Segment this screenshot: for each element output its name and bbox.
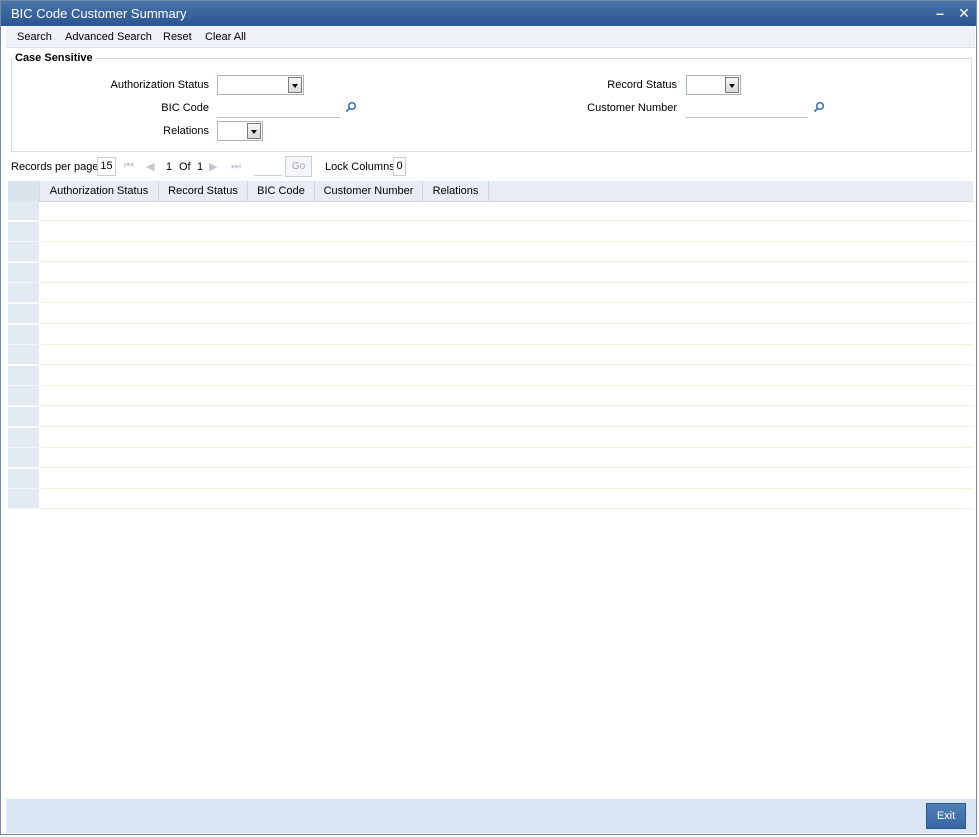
column-header-bic-code[interactable]: BIC Code — [248, 181, 315, 201]
column-header-relations[interactable]: Relations — [423, 181, 489, 201]
table-row[interactable] — [8, 283, 973, 304]
row-selector[interactable] — [8, 242, 39, 263]
authorization-status-select[interactable] — [217, 75, 304, 95]
footer-bar: Exit — [6, 799, 976, 833]
minimize-button[interactable]: – — [932, 4, 948, 22]
row-selector[interactable] — [8, 201, 39, 221]
table-row[interactable] — [8, 468, 973, 489]
toolbar: Search Advanced Search Reset Clear All — [6, 26, 975, 48]
table-row[interactable] — [8, 448, 973, 469]
row-selector[interactable] — [8, 448, 39, 469]
lock-columns-input[interactable]: 0 — [393, 157, 406, 176]
records-per-page-input[interactable]: 15 — [97, 157, 116, 176]
column-header-record-status[interactable]: Record Status — [159, 181, 248, 201]
row-selector[interactable] — [8, 365, 39, 386]
table-row[interactable] — [8, 407, 973, 427]
table-row[interactable] — [8, 262, 973, 283]
bic-code-search-icon[interactable] — [345, 101, 357, 113]
table-row[interactable] — [8, 304, 973, 324]
table-row[interactable] — [8, 201, 973, 221]
previous-page-icon[interactable]: ◀ — [146, 160, 154, 173]
row-selector[interactable] — [8, 489, 39, 510]
exit-button[interactable]: Exit — [926, 803, 966, 829]
table-row[interactable] — [8, 489, 973, 510]
relations-label: Relations — [163, 125, 209, 137]
select-all-header[interactable] — [8, 181, 40, 201]
table-row[interactable] — [8, 221, 973, 242]
total-pages: 1 — [197, 161, 204, 173]
advanced-search-button[interactable]: Advanced Search — [65, 31, 152, 43]
chevron-down-icon[interactable] — [725, 77, 739, 93]
row-selector[interactable] — [8, 221, 39, 242]
column-header-customer-number[interactable]: Customer Number — [315, 181, 423, 201]
pager: Records per page 15 ⏮ ◀ 1 Of 1 ▶ ⏭ Go Lo… — [6, 156, 975, 178]
clear-all-button[interactable]: Clear All — [205, 31, 246, 43]
chevron-down-icon[interactable] — [247, 123, 261, 139]
relations-select[interactable] — [217, 121, 263, 141]
current-page: 1 — [166, 161, 173, 173]
row-selector[interactable] — [8, 262, 39, 283]
column-header-authorization-status[interactable]: Authorization Status — [40, 181, 159, 201]
table-row[interactable] — [8, 365, 973, 386]
of-label: Of — [179, 161, 191, 173]
row-selector[interactable] — [8, 304, 39, 324]
window-title: BIC Code Customer Summary — [11, 6, 187, 21]
row-selector[interactable] — [8, 345, 39, 366]
customer-number-label: Customer Number — [587, 102, 677, 114]
case-sensitive-legend: Case Sensitive — [13, 52, 95, 64]
table-row[interactable] — [8, 242, 973, 263]
customer-number-input[interactable] — [686, 99, 808, 118]
next-page-icon[interactable]: ▶ — [209, 160, 217, 173]
bic-code-label: BIC Code — [161, 102, 209, 114]
table-row[interactable] — [8, 427, 973, 448]
last-page-icon[interactable]: ⏭ — [231, 160, 241, 173]
title-bar: BIC Code Customer Summary – ✕ — [1, 1, 976, 26]
chevron-down-icon[interactable] — [288, 77, 302, 93]
goto-page-input[interactable] — [254, 157, 282, 176]
authorization-status-label: Authorization Status — [110, 79, 209, 91]
first-page-icon[interactable]: ⏮ — [124, 160, 134, 173]
row-selector[interactable] — [8, 283, 39, 304]
table-row[interactable] — [8, 345, 973, 366]
records-per-page-label: Records per page — [11, 161, 99, 173]
table-row[interactable] — [8, 324, 973, 345]
record-status-label: Record Status — [607, 79, 677, 91]
row-selector[interactable] — [8, 386, 39, 407]
close-button[interactable]: ✕ — [956, 4, 972, 22]
row-selector[interactable] — [8, 427, 39, 448]
customer-number-search-icon[interactable] — [813, 101, 825, 113]
go-button[interactable]: Go — [285, 156, 312, 177]
search-button[interactable]: Search — [17, 31, 52, 43]
summary-window: BIC Code Customer Summary – ✕ Search Adv… — [0, 0, 977, 835]
row-selector[interactable] — [8, 468, 39, 489]
results-grid: Authorization Status Record Status BIC C… — [8, 181, 973, 511]
bic-code-input[interactable] — [217, 99, 340, 118]
reset-button[interactable]: Reset — [163, 31, 192, 43]
table-row[interactable] — [8, 386, 973, 407]
row-selector[interactable] — [8, 324, 39, 345]
record-status-select[interactable] — [686, 75, 741, 95]
lock-columns-label: Lock Columns — [325, 161, 395, 173]
grid-header: Authorization Status Record Status BIC C… — [8, 181, 973, 202]
row-selector[interactable] — [8, 407, 39, 427]
